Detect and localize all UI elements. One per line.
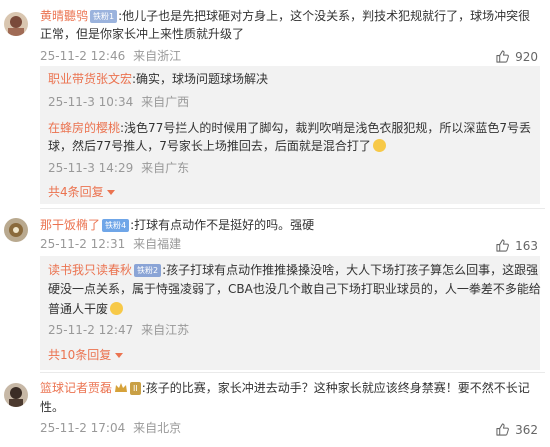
reply-meta: 25-11-2 12:47 来自江苏 [48,322,189,338]
comment-text-line: 那干饭椭了 铁粉4:打球有点动作不是挺好的吗。强硬 [40,217,314,234]
thumbs-up-icon [496,423,515,437]
like-count: 920 [515,50,538,64]
comment-location: 来自北京 [133,421,182,435]
more-replies-link[interactable]: 共4条回复 [48,184,116,200]
reply-text: :浅色77号拦人的时候用了脚勾，裁判吹哨是浅色衣服犯规，所以深蓝色7号丢 [120,121,531,135]
smiley-emoji-icon [372,139,386,152]
reply-text: 球，然后77号推人，7号家长上场推回去，后面就是混合打了 [48,139,371,153]
thumbs-up-icon [496,239,515,253]
reply-meta: 25-11-3 14:29 来自广东 [48,160,189,176]
username-link[interactable]: 在蜂房的樱桃 [48,121,120,135]
comment-time: 25-11-2 12:31 [40,237,126,251]
username-link[interactable]: 那干饭椭了 [40,218,100,232]
username-link[interactable]: 黄晴聽鸮 [40,9,88,23]
comment-text-line: 篮球记者贾磊 II:孩子的比赛，家长冲进去动手？这种家长就应该终身禁赛！要不然不长… [40,380,530,399]
chevron-down-icon [115,348,124,362]
divider [40,372,545,373]
reply-location: 来自江苏 [141,323,190,337]
username-link[interactable]: 篮球记者贾磊 [40,381,112,395]
username-link[interactable]: 读书我只读春秋 [48,263,132,277]
comment-meta: 25-11-2 17:04 来自北京 [40,420,181,436]
comment-text-line: 黄晴聽鸮 铁粉1:他儿子也是先把球砸对方身上，这个没关系，判技术犯规就行了，球场冲… [40,8,530,25]
divider [40,208,545,209]
comment-text: 正常，但是你家长冲上来性质就升级了 [40,27,245,41]
reply-text: :孩子打球有点动作推推搡搡没啥，大人下场打孩子算怎么回事，这跟强 [162,263,539,277]
reply-item-line: 硬没一点关系，属于恃强凌弱了，CBA也没几个敢自己下场打职业球员的，人一拳差不多… [48,281,541,298]
avatar[interactable] [4,383,28,407]
reply-item-line: 普通人干废 [48,301,124,318]
comment-meta: 25-11-2 12:31 来自福建 [40,236,181,252]
smiley-emoji-icon [110,302,124,315]
reply-meta: 25-11-3 10:34 来自广西 [48,94,189,110]
comment-meta: 25-11-2 12:46 来自浙江 [40,48,181,64]
reply-text: :确实，球场问题球场解决 [132,72,269,86]
avatar[interactable] [4,218,28,242]
avatar[interactable] [4,12,28,36]
comment-location: 来自浙江 [133,49,182,63]
comment-location: 来自福建 [133,237,182,251]
reply-time: 25-11-3 14:29 [48,161,134,175]
reply-time: 25-11-3 10:34 [48,95,134,109]
reply-time: 25-11-2 12:47 [48,323,134,337]
thumbs-up-icon [496,50,515,64]
comment-text: :孩子的比赛，家长冲进去动手？这种家长就应该终身禁赛！要不然不长记 [141,381,530,395]
crown-icon [114,382,128,399]
fan-badge: 铁粉1 [90,10,118,23]
comment-text: :他儿子也是先把球砸对方身上，这个没关系，判技术犯规就行了，球场冲突很 [118,9,531,23]
more-replies-label: 共10条回复 [48,348,112,362]
comment-text-line: 性。 [40,399,64,416]
like-count: 362 [515,423,538,437]
comment-text-line: 正常，但是你家长冲上来性质就升级了 [40,26,244,43]
username-link[interactable]: 职业带货张文宏 [48,72,132,86]
fan-badge: 铁粉2 [134,264,162,277]
comment-time: 25-11-2 12:46 [40,49,126,63]
comment-text: 性。 [40,400,65,414]
reply-item: 读书我只读春秋 铁粉2:孩子打球有点动作推推搡搡没啥，大人下场打孩子算怎么回事，这… [48,262,538,279]
reply-text: 硬没一点关系，属于恃强凌弱了，CBA也没几个敢自己下场打职业球员的，人一拳差不多… [48,282,541,296]
more-replies-label: 共4条回复 [48,185,104,199]
like-count: 163 [515,239,538,253]
chevron-down-icon [107,185,116,199]
like-button[interactable]: 163 [496,238,538,254]
more-replies-link[interactable]: 共10条回复 [48,347,124,363]
reply-item: 职业带货张文宏:确实，球场问题球场解决 [48,71,268,88]
level-badge: II [130,382,141,395]
like-button[interactable]: 362 [496,422,538,438]
reply-item: 在蜂房的樱桃:浅色77号拦人的时候用了脚勾，裁判吹哨是浅色衣服犯规，所以深蓝色7… [48,120,531,137]
fan-badge: 铁粉4 [102,219,130,232]
comment-text: :打球有点动作不是挺好的吗。强硬 [130,218,315,232]
reply-item-line: 球，然后77号推人，7号家长上场推回去，后面就是混合打了 [48,138,386,155]
reply-location: 来自广西 [141,95,190,109]
comment-time: 25-11-2 17:04 [40,421,126,435]
like-button[interactable]: 920 [496,49,538,65]
reply-text: 普通人干废 [48,302,109,316]
reply-location: 来自广东 [141,161,190,175]
